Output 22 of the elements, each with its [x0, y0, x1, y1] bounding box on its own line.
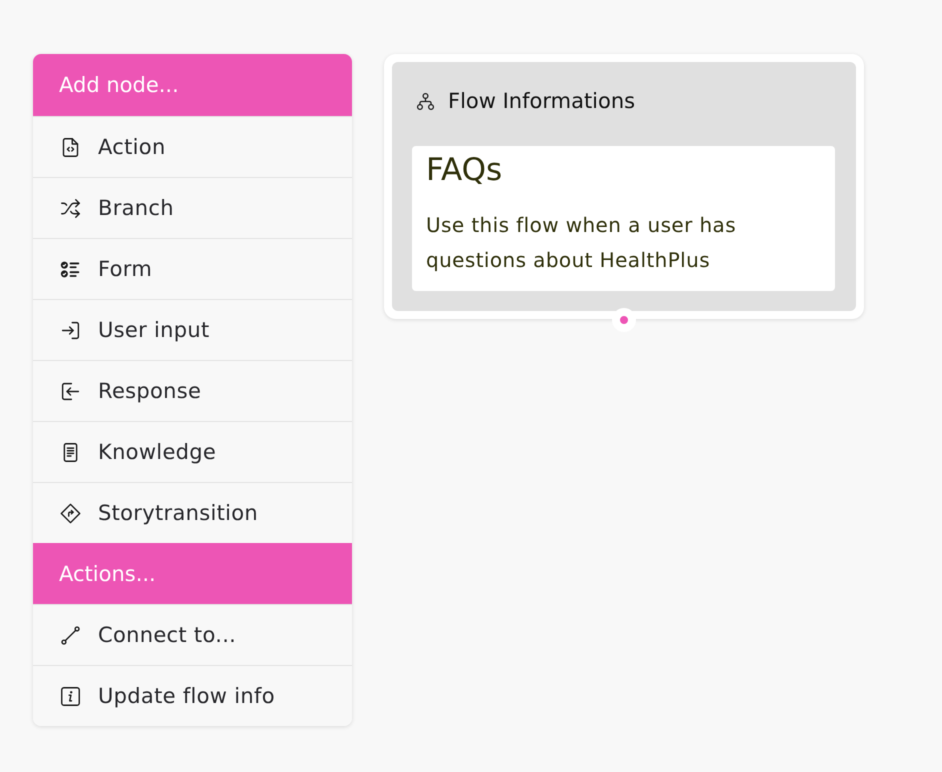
connect-line-icon: [60, 624, 81, 646]
info-icon: [60, 686, 81, 706]
node-title: Flow Informations: [448, 89, 636, 113]
menu-item[interactable]: Storytransition: [33, 482, 352, 543]
checklist-icon: [60, 258, 81, 280]
menu-item[interactable]: Connect to...: [33, 604, 352, 665]
flow-node[interactable]: Flow Informations FAQs Use this flow when a user has questions about HealthPlus: [384, 54, 864, 319]
code-file-icon: [60, 136, 81, 158]
shuffle-icon: [60, 198, 81, 218]
menu-item[interactable]: Update flow info: [33, 665, 352, 726]
menu-item[interactable]: Response: [33, 360, 352, 421]
turn-sign-icon: [60, 502, 81, 524]
menu-item[interactable]: Action: [33, 116, 352, 177]
network-icon: [416, 92, 435, 110]
card-description: Use this flow when a user has questions about HealthPlus: [426, 212, 738, 274]
card-heading: FAQs: [426, 151, 504, 190]
menu-item[interactable]: Form: [33, 238, 352, 299]
menu-item[interactable]: User input: [33, 299, 352, 360]
section-header: Add node...: [33, 54, 352, 116]
menu-item[interactable]: Knowledge: [33, 421, 352, 482]
section-header: Actions...: [33, 543, 352, 604]
menu-item[interactable]: Branch: [33, 177, 352, 238]
